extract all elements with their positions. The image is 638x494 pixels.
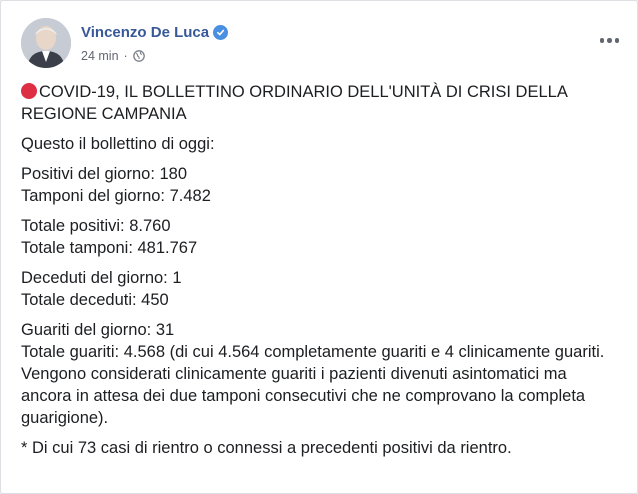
post-header: Vincenzo De Luca 24 min · [21,18,637,74]
post-meta: 24 min · [81,49,145,63]
author-name-row: Vincenzo De Luca [81,24,229,41]
total-recovered: Totale guariti: 4.568 (di cui 4.564 comp… [21,343,605,427]
post-headline-paragraph: COVID-19, IL BOLLETTINO ORDINARIO DELL'U… [21,81,621,125]
daily-positives: Positivi del giorno: 180 [21,165,188,183]
verified-badge-icon [213,25,229,40]
avatar-portrait-icon [21,18,71,68]
recovered-paragraph: Guariti del giorno: 31 Totale guariti: 4… [21,319,621,429]
daily-deaths: Deceduti del giorno: 1 [21,269,182,287]
post-headline: COVID-19, IL BOLLETTINO ORDINARIO DELL'U… [21,83,567,123]
intro-paragraph: Questo il bollettino di oggi: [21,133,621,155]
total-deaths: Totale deceduti: 450 [21,291,169,309]
daily-stats-paragraph: Positivi del giorno: 180 Tamponi del gio… [21,163,621,207]
deaths-paragraph: Deceduti del giorno: 1 Totale deceduti: … [21,267,621,311]
author-name[interactable]: Vincenzo De Luca [81,24,209,41]
post-timestamp[interactable]: 24 min [81,49,119,63]
footnote: * Di cui 73 casi di rientro o connessi a… [21,439,512,457]
daily-tests: Tamponi del giorno: 7.482 [21,187,211,205]
intro-text: Questo il bollettino di oggi: [21,135,215,153]
globe-icon[interactable] [132,50,145,62]
post-body: COVID-19, IL BOLLETTINO ORDINARIO DELL'U… [21,81,621,467]
post-card: Vincenzo De Luca 24 min · COVID-19, IL B… [0,0,638,494]
totals-paragraph: Totale positivi: 8.760 Totale tamponi: 4… [21,215,621,259]
daily-recovered: Guariti del giorno: 31 [21,321,175,339]
footnote-paragraph: * Di cui 73 casi di rientro o connessi a… [21,437,621,459]
red-circle-icon [21,83,37,99]
author-avatar[interactable] [21,18,71,68]
more-options-icon[interactable] [599,38,619,43]
total-positives: Totale positivi: 8.760 [21,217,171,235]
meta-separator: · [123,49,128,63]
total-tests: Totale tamponi: 481.767 [21,239,198,257]
